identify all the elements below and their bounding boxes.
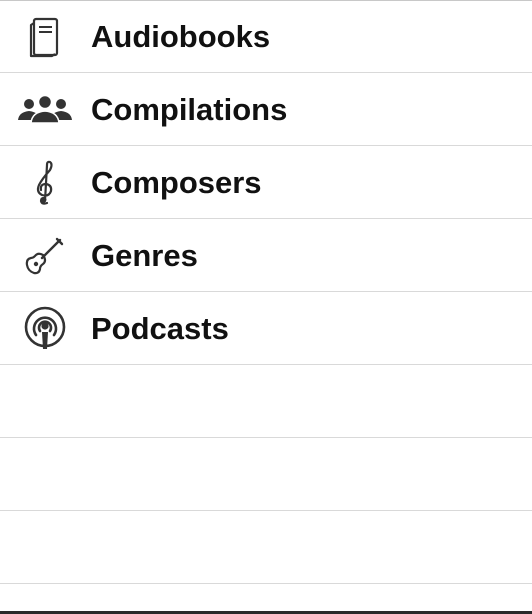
- book-icon: [14, 0, 76, 73]
- list-item-label: Podcasts: [91, 311, 229, 346]
- list-item-composers[interactable]: Composers: [0, 146, 532, 219]
- list-item-label: Genres: [91, 238, 198, 273]
- list-item-label: Composers: [91, 165, 262, 200]
- list-item-genres[interactable]: Genres: [0, 219, 532, 292]
- empty-row: [0, 511, 532, 584]
- list-item-audiobooks[interactable]: Audiobooks: [0, 0, 532, 73]
- more-list-screen: Audiobooks Compilations Composers Genres…: [0, 0, 532, 614]
- list-item-compilations[interactable]: Compilations: [0, 73, 532, 146]
- empty-row: [0, 438, 532, 511]
- podcast-icon: [14, 292, 76, 365]
- guitar-icon: [14, 219, 76, 292]
- people-group-icon: [14, 73, 76, 146]
- list-item-label: Compilations: [91, 92, 288, 127]
- list-item-label: Audiobooks: [91, 19, 271, 54]
- empty-row: [0, 365, 532, 438]
- list-item-podcasts[interactable]: Podcasts: [0, 292, 532, 365]
- treble-clef-icon: [14, 146, 76, 219]
